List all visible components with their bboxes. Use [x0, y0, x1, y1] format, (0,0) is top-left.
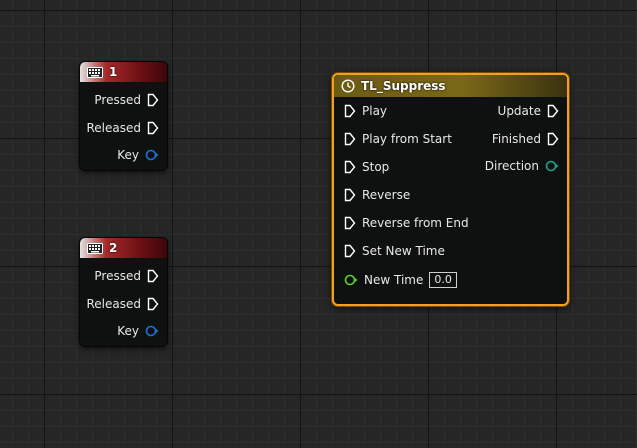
reverse-from-end-pin-row[interactable]: Reverse from End — [344, 215, 469, 231]
keyboard-icon — [87, 66, 103, 78]
reverse-pin-label: Reverse — [362, 188, 411, 202]
key-pin-label: Key — [117, 324, 139, 338]
stop-pin-row[interactable]: Stop — [344, 159, 389, 175]
exec-out-pin-icon[interactable] — [147, 297, 159, 311]
exec-out-pin-icon[interactable] — [547, 132, 559, 146]
key-data-pin-icon[interactable] — [145, 324, 159, 338]
reverse-from-end-pin-label: Reverse from End — [362, 216, 469, 230]
play-from-start-pin-label: Play from Start — [362, 132, 452, 146]
finished-pin-row[interactable]: Finished — [492, 131, 559, 147]
direction-pin-row[interactable]: Direction — [485, 158, 559, 174]
pressed-pin-label: Pressed — [94, 93, 141, 107]
exec-out-pin-icon[interactable] — [547, 104, 559, 118]
released-pin-row[interactable]: Released — [86, 120, 159, 136]
exec-in-pin-icon[interactable] — [344, 244, 356, 258]
key-node-2-header[interactable]: 2 — [80, 238, 167, 258]
key-node-1[interactable]: 1 Pressed Released Key — [79, 61, 168, 171]
pressed-pin-label: Pressed — [94, 269, 141, 283]
finished-pin-label: Finished — [491, 132, 541, 146]
timeline-node-header[interactable]: TL_Suppress — [334, 75, 567, 97]
reverse-pin-row[interactable]: Reverse — [344, 187, 410, 203]
exec-in-pin-icon[interactable] — [344, 132, 356, 146]
timeline-node[interactable]: TL_Suppress Play Play from Start Stop Re… — [332, 73, 569, 306]
exec-out-pin-icon[interactable] — [147, 269, 159, 283]
set-new-time-pin-label: Set New Time — [362, 244, 445, 258]
exec-in-pin-icon[interactable] — [344, 188, 356, 202]
key-pin-row[interactable]: Key — [117, 323, 159, 339]
clock-icon — [341, 79, 355, 93]
released-pin-label: Released — [86, 121, 141, 135]
play-pin-row[interactable]: Play — [344, 103, 387, 119]
play-from-start-pin-row[interactable]: Play from Start — [344, 131, 452, 147]
key-node-2-title: 2 — [109, 241, 118, 255]
float-data-pin-icon[interactable] — [344, 273, 358, 287]
pressed-pin-row[interactable]: Pressed — [94, 92, 159, 108]
key-node-1-header[interactable]: 1 — [80, 62, 167, 82]
exec-out-pin-icon[interactable] — [147, 121, 159, 135]
new-time-pin-row[interactable]: New Time 0.0 — [344, 272, 457, 288]
exec-in-pin-icon[interactable] — [344, 104, 356, 118]
direction-pin-label: Direction — [484, 159, 539, 173]
key-node-1-title: 1 — [109, 65, 118, 79]
stop-pin-label: Stop — [362, 160, 390, 174]
new-time-value-input[interactable]: 0.0 — [429, 272, 457, 288]
key-pin-row[interactable]: Key — [117, 147, 159, 163]
key-data-pin-icon[interactable] — [145, 148, 159, 162]
exec-in-pin-icon[interactable] — [344, 160, 356, 174]
exec-in-pin-icon[interactable] — [344, 216, 356, 230]
timeline-node-title: TL_Suppress — [361, 79, 446, 93]
update-pin-row[interactable]: Update — [498, 103, 559, 119]
new-time-pin-label: New Time — [364, 273, 424, 287]
released-pin-label: Released — [86, 297, 141, 311]
key-node-2[interactable]: 2 Pressed Released Key — [79, 237, 168, 347]
key-pin-label: Key — [117, 148, 139, 162]
direction-data-pin-icon[interactable] — [545, 159, 559, 173]
keyboard-icon — [87, 242, 103, 254]
update-pin-label: Update — [497, 104, 541, 118]
pressed-pin-row[interactable]: Pressed — [94, 268, 159, 284]
released-pin-row[interactable]: Released — [86, 296, 159, 312]
set-new-time-pin-row[interactable]: Set New Time — [344, 243, 445, 259]
exec-out-pin-icon[interactable] — [147, 93, 159, 107]
play-pin-label: Play — [362, 104, 388, 118]
